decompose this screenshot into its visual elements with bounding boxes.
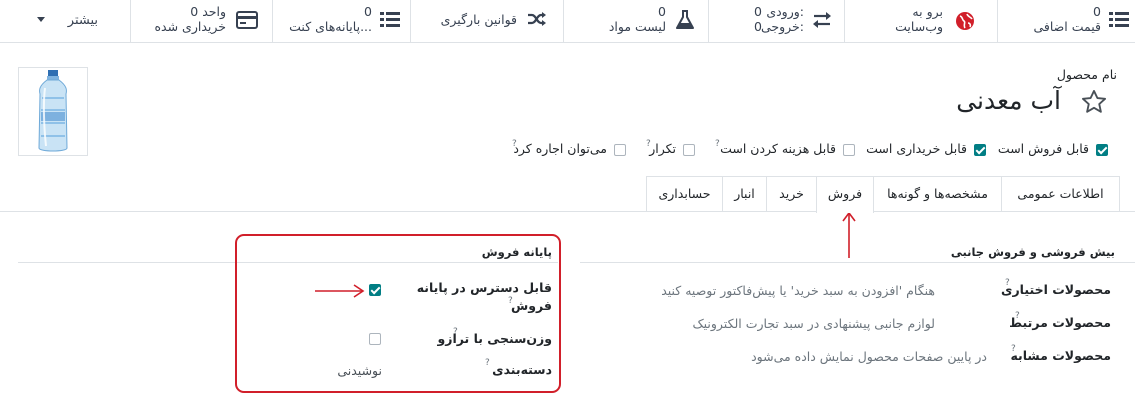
sale-ok-checkbox[interactable] [1096,144,1108,156]
purchased-count: 0 واحد [190,4,226,19]
tab-attributes-variants[interactable]: مشخصه‌ها و گونه‌ها [873,176,1002,211]
tab-inventory[interactable]: انبار [722,176,767,211]
out-label: خروجی: [760,19,804,34]
purchased-label: خریداری شده [154,19,226,34]
similar-products-label: محصولات مشابه [1010,348,1111,363]
annotation-highlight-box [235,234,561,393]
similar-products-field[interactable]: در پایین صفحات محصول نمایش داده می‌شود [751,349,987,364]
tab-label: انبار [734,186,755,201]
related-products-field[interactable]: لوازم جانبی پیشنهادی در سبد تجارت الکترو… [692,316,935,331]
caret-down-icon [37,17,45,22]
upsell-section-title: بیش فروشی و فروش جانبی [950,245,1115,259]
purchase-ok-checkbox[interactable] [974,144,986,156]
purchased-button[interactable]: 0 واحد خریداری شده [130,0,272,42]
list-icon [1109,12,1129,27]
favorite-star-icon[interactable] [1080,88,1108,116]
tab-purchase[interactable]: خرید [766,176,817,211]
purchase-ok-label: قابل خریداری است [866,141,967,156]
in-label: ورودی: [766,4,804,19]
tab-label: مشخصه‌ها و گونه‌ها [887,186,988,201]
flask-icon [676,10,694,29]
optional-products-field[interactable]: هنگام 'افزودن به سبد خرید' یا پیش‌فاکتور… [661,283,935,298]
shuffle-icon [528,12,546,26]
bom-label: لیست مواد [608,19,666,34]
product-name-label: نام محصول [1056,67,1117,82]
similar-products-help-icon[interactable]: ? [1011,344,1016,354]
tab-accounting[interactable]: حسابداری [646,176,723,211]
pos-button[interactable]: 0 پایانه‌های کنت... [272,0,410,42]
extra-price-label: قیمت اضافی [1033,19,1101,34]
tab-label: فروش [827,186,863,201]
website-line1: برو به [912,4,943,19]
tab-general-information[interactable]: اطلاعات عمومی [1001,176,1120,211]
tab-label: حسابداری [658,186,711,201]
rent-ok-help-icon[interactable]: ? [512,139,517,149]
expensable-checkbox[interactable] [843,144,855,156]
exchange-icon [813,12,831,28]
expensable-help-icon[interactable]: ? [715,139,720,149]
in-out-button[interactable]: ورودی: خروجی: 0 0 [708,0,844,42]
bom-button[interactable]: 0 لیست مواد [563,0,708,42]
go-to-website-button[interactable]: برو به وب‌سایت [844,0,997,42]
reordering-label: قوانین بارگیری [440,12,517,27]
product-image[interactable] [18,67,88,156]
smart-button-bar: بیشتر 0 واحد خریداری شده 0 پایانه‌های کن… [0,0,1135,43]
credit-card-icon [236,11,258,29]
extra-price-button[interactable]: 0 قیمت اضافی [997,0,1135,42]
expensable-label: قابل هزینه کردن است [720,141,836,156]
globe-icon [956,12,974,30]
in-value: 0 [754,4,762,19]
website-line2: وب‌سایت [895,19,943,34]
tab-label: اطلاعات عمومی [1017,186,1104,201]
rent-ok-checkbox[interactable] [614,144,626,156]
pos-label: پایانه‌های کنت... [289,19,372,34]
rent-ok-label: می‌توان اجاره کرد [513,141,607,156]
product-name[interactable]: آب معدنی [956,86,1061,115]
optional-products-label: محصولات اختیاری [1001,282,1111,297]
annotation-arrow-up-icon [842,211,856,258]
recurring-checkbox[interactable] [683,144,695,156]
more-label: بیشتر [67,13,98,28]
pos-count: 0 [364,4,372,19]
upsell-section-divider [580,262,1135,263]
out-value: 0 [754,19,762,34]
tab-label: خرید [779,186,804,201]
recurring-help-icon[interactable]: ? [646,139,651,149]
sale-ok-label: قابل فروش است [997,141,1089,156]
tabs-divider [0,211,1135,212]
more-button[interactable]: بیشتر [0,0,130,42]
optional-products-help-icon[interactable]: ? [1005,278,1010,288]
bom-count: 0 [658,4,666,19]
related-products-label: محصولات مرتبط [1009,315,1111,330]
recurring-label: تکرار [649,141,676,156]
list-icon [380,12,400,27]
tab-sales[interactable]: فروش [816,176,874,213]
reordering-rules-button[interactable]: قوانین بارگیری [410,0,563,42]
extra-price-count: 0 [1093,4,1101,19]
water-bottle-icon [38,70,68,152]
related-products-help-icon[interactable]: ? [1015,311,1020,321]
